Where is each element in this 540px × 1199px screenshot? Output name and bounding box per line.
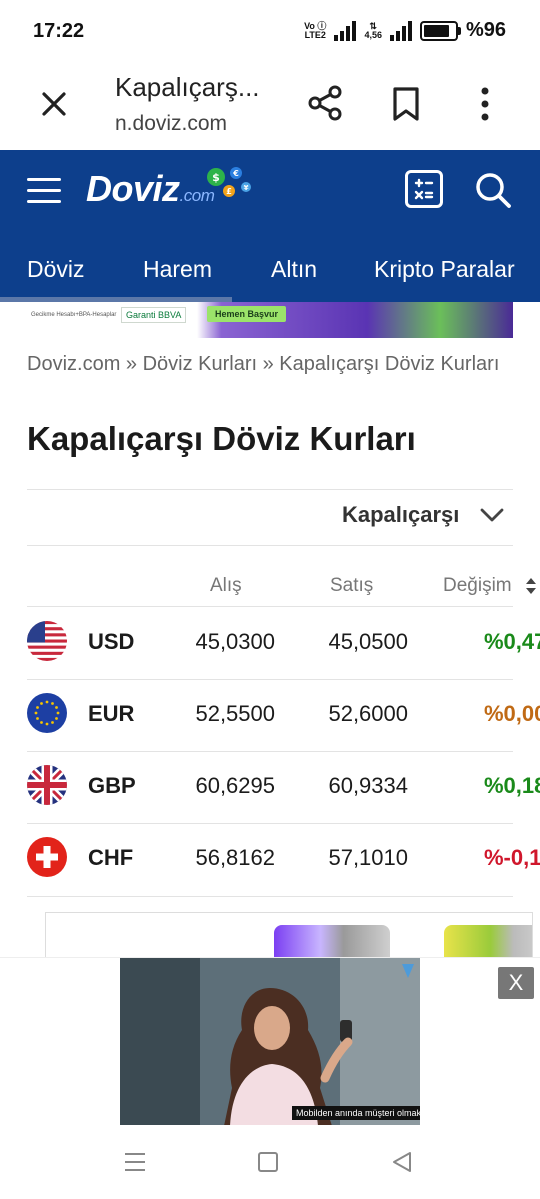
phone-image bbox=[274, 925, 390, 958]
ad-banner[interactable]: Gecikme Hesabı+BPA-Hesaplar Garanti BBVA… bbox=[27, 302, 513, 338]
us-flag-icon bbox=[27, 621, 67, 661]
ad-banner-brand: Garanti BBVA bbox=[121, 307, 187, 323]
sort-icon[interactable] bbox=[525, 577, 537, 595]
sell-price: 60,9334 bbox=[328, 773, 408, 798]
buy-price: 52,5500 bbox=[195, 701, 275, 726]
ad-banner-small-text: Gecikme Hesabı+BPA-Hesaplar bbox=[31, 312, 117, 318]
bookmark-icon[interactable] bbox=[391, 86, 421, 122]
change-value: %0,18 bbox=[484, 773, 540, 798]
status-time: 17:22 bbox=[33, 20, 85, 42]
table-row[interactable]: USD 45,0300 45,0500 %0,47 bbox=[0, 607, 540, 679]
ad-banner-cta-button[interactable]: Hemen Başvur bbox=[207, 306, 287, 322]
chevron-down-icon[interactable] bbox=[480, 505, 504, 525]
back-icon[interactable] bbox=[390, 1150, 414, 1174]
product-ad-strip[interactable] bbox=[45, 912, 533, 958]
ch-flag-icon bbox=[27, 837, 67, 877]
calculator-icon[interactable] bbox=[405, 170, 443, 208]
calculator-glyph bbox=[414, 178, 434, 200]
system-navigation-bar bbox=[0, 1125, 540, 1199]
browser-url: n.doviz.com bbox=[115, 112, 228, 135]
eu-flag-icon bbox=[27, 693, 67, 733]
signal-icon-2 bbox=[389, 20, 412, 41]
home-icon[interactable] bbox=[258, 1152, 278, 1172]
currency-code: USD bbox=[88, 629, 135, 654]
sell-price: 57,1010 bbox=[328, 845, 408, 870]
currency-coins-icon: $ € £ ¥ bbox=[207, 167, 251, 197]
buy-price: 60,6295 bbox=[195, 773, 275, 798]
close-icon[interactable] bbox=[36, 86, 72, 122]
svg-text:£: £ bbox=[226, 187, 232, 196]
category-tabs: Döviz Harem Altın Kripto Paralar bbox=[0, 230, 540, 302]
change-value: %-0,19 bbox=[484, 845, 540, 870]
currency-code: EUR bbox=[88, 701, 135, 726]
video-ad-caption: Mobilden anında müşteri olmak i bbox=[292, 1106, 420, 1120]
search-icon[interactable] bbox=[473, 170, 513, 210]
tab-altin[interactable]: Altın bbox=[271, 256, 317, 283]
speed-label: 4,56 bbox=[364, 29, 382, 40]
market-dropdown[interactable]: Kapalıçarşı bbox=[342, 502, 459, 528]
video-ad[interactable]: Mobilden anında müşteri olmak i X bbox=[0, 957, 540, 1126]
table-row[interactable]: EUR 52,5500 52,6000 %0,00 bbox=[0, 679, 540, 751]
phone-image bbox=[444, 925, 532, 958]
tab-kripto-paralar[interactable]: Kripto Paralar bbox=[374, 256, 515, 283]
lte-label: LTE2 bbox=[304, 29, 326, 40]
status-indicators: Vo ⓘ LTE2 ⇅ 4,56 %96 bbox=[304, 19, 506, 42]
signal-icon bbox=[334, 20, 357, 41]
divider bbox=[27, 896, 513, 897]
status-bar: 17:22 Vo ⓘ LTE2 ⇅ 4,56 %96 bbox=[0, 0, 540, 60]
site-header: Doviz.com $ € £ ¥ bbox=[0, 150, 540, 230]
hamburger-menu-icon[interactable] bbox=[27, 178, 61, 204]
browser-page-title: Kapalıçarş... bbox=[115, 72, 260, 102]
battery-percent: %96 bbox=[465, 19, 506, 41]
divider bbox=[27, 489, 513, 490]
recent-apps-icon[interactable] bbox=[124, 1152, 146, 1172]
battery-icon bbox=[419, 20, 461, 41]
buy-price: 45,0300 bbox=[195, 629, 275, 654]
tab-harem[interactable]: Harem bbox=[143, 256, 212, 283]
change-value: %0,47 bbox=[484, 629, 540, 654]
divider bbox=[27, 545, 513, 546]
video-ad-image bbox=[120, 958, 420, 1126]
column-header-sell: Satış bbox=[330, 575, 374, 596]
sell-price: 52,6000 bbox=[328, 701, 408, 726]
table-row[interactable]: GBP 60,6295 60,9334 %0,18 bbox=[0, 751, 540, 823]
uk-flag-icon bbox=[27, 765, 67, 805]
breadcrumb[interactable]: Doviz.com » Döviz Kurları » Kapalıçarşı … bbox=[27, 352, 507, 377]
currency-code: CHF bbox=[88, 845, 134, 870]
data-speed: ⇅ 4,56 bbox=[364, 21, 382, 40]
currency-code: GBP bbox=[88, 773, 136, 798]
change-value: %0,00 bbox=[484, 701, 540, 726]
column-header-change[interactable]: Değişim bbox=[443, 575, 512, 597]
svg-text:¥: ¥ bbox=[244, 184, 249, 192]
ad-close-button[interactable]: X bbox=[498, 967, 534, 999]
more-options-icon[interactable] bbox=[478, 86, 492, 122]
share-icon[interactable] bbox=[306, 84, 344, 122]
column-header-buy: Alış bbox=[210, 575, 242, 596]
video-ad-frame[interactable]: Mobilden anında müşteri olmak i bbox=[120, 958, 420, 1126]
logo-text: Doviz bbox=[86, 168, 180, 209]
site-logo[interactable]: Doviz.com bbox=[86, 168, 215, 210]
battery-fill bbox=[423, 24, 449, 37]
table-row[interactable]: CHF 56,8162 57,1010 %-0,19 bbox=[0, 823, 540, 895]
svg-text:€: € bbox=[232, 169, 239, 178]
buy-price: 56,8162 bbox=[195, 845, 275, 870]
volte-indicator: Vo ⓘ LTE2 bbox=[304, 21, 326, 40]
sell-price: 45,0500 bbox=[328, 629, 408, 654]
browser-toolbar: Kapalıçarş... n.doviz.com bbox=[0, 60, 540, 150]
page-title: Kapalıçarşı Döviz Kurları bbox=[27, 420, 416, 457]
svg-text:$: $ bbox=[212, 171, 220, 184]
tab-doviz[interactable]: Döviz bbox=[27, 256, 85, 283]
